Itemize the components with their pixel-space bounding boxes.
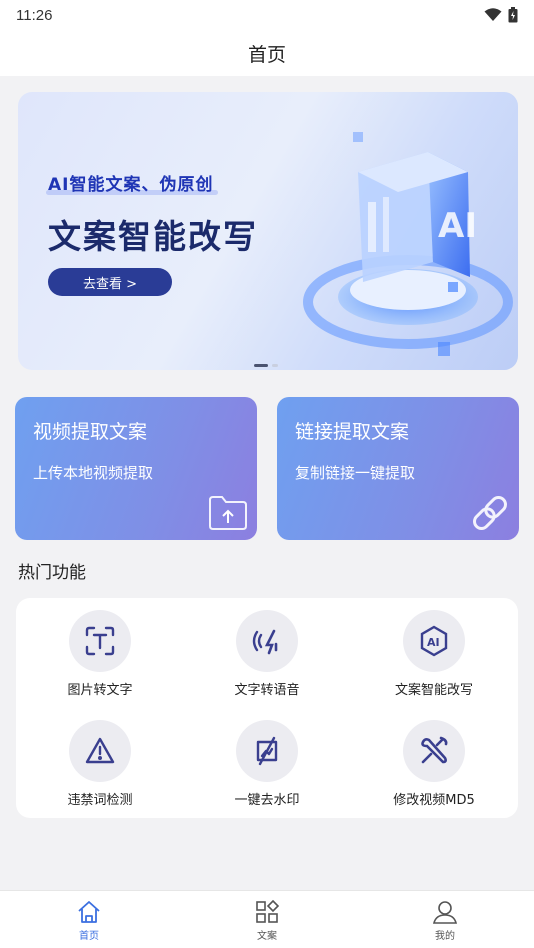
banner-dot (272, 364, 278, 367)
func-image-to-text[interactable]: 图片转文字 (30, 610, 170, 698)
tab-label: 文案 (257, 931, 277, 942)
func-ai-rewrite[interactable]: AI 文案智能改写 (364, 610, 504, 698)
func-label: 违禁词检测 (67, 793, 133, 808)
func-remove-watermark[interactable]: 一键去水印 (197, 720, 337, 808)
tab-label: 首页 (79, 931, 99, 942)
tab-copywriting[interactable]: 文案 (178, 891, 356, 948)
link-extract-subtitle: 复制链接一键提取 (295, 464, 416, 482)
func-label: 修改视频MD5 (393, 793, 475, 808)
promo-banner[interactable]: AI智能文案、伪原创 文案智能改写 去查看 > AI (18, 92, 518, 370)
folder-upload-icon (209, 496, 247, 530)
tab-home[interactable]: 首页 (0, 891, 178, 948)
func-label: 文字转语音 (234, 683, 300, 698)
banner-tag: AI智能文案、伪原创 (48, 175, 214, 195)
tab-label: 我的 (435, 931, 455, 942)
link-extract-card[interactable]: 链接提取文案 复制链接一键提取 (277, 397, 519, 540)
video-extract-subtitle: 上传本地视频提取 (33, 464, 154, 482)
voice-icon (252, 629, 278, 655)
func-forbidden-words[interactable]: 违禁词检测 (30, 720, 170, 808)
ai-device-illustration: AI (303, 132, 513, 356)
hot-functions-grid: 图片转文字 文字转语音 AI 文案智能改写 违禁词检测 一键去水印 修改视频MD… (16, 598, 518, 818)
banner-title: 文案智能改写 (48, 217, 258, 256)
grid-icon (256, 899, 280, 923)
warning-icon (85, 737, 115, 764)
status-icons (484, 7, 518, 23)
tools-icon (421, 736, 448, 764)
home-icon (78, 901, 100, 923)
text-scan-icon (85, 626, 115, 656)
func-label: 一键去水印 (234, 793, 300, 808)
page-title: 首页 (247, 43, 286, 66)
banner-art-text: AI (438, 206, 477, 246)
watermark-remove-icon (256, 736, 278, 766)
bottom-tab-bar: 首页 文案 我的 (0, 890, 534, 948)
link-extract-title: 链接提取文案 (295, 421, 410, 443)
banner-dot-active (254, 364, 268, 367)
wifi-icon (484, 8, 502, 21)
svg-text:AI: AI (427, 636, 440, 649)
hot-functions-title: 热门功能 (18, 563, 86, 583)
video-extract-title: 视频提取文案 (33, 421, 148, 443)
status-time: 11:26 (16, 6, 53, 24)
func-modify-md5[interactable]: 修改视频MD5 (364, 720, 504, 808)
func-label: 图片转文字 (67, 683, 133, 698)
func-label: 文案智能改写 (394, 683, 473, 698)
tab-profile[interactable]: 我的 (356, 891, 534, 948)
banner-pagination (254, 364, 278, 367)
title-bar: 首页 (0, 30, 534, 76)
ai-icon: AI (420, 625, 448, 657)
battery-icon (508, 7, 518, 23)
link-icon (473, 496, 507, 530)
user-icon (432, 901, 458, 924)
func-text-to-speech[interactable]: 文字转语音 (197, 610, 337, 698)
status-bar: 11:26 (0, 0, 534, 30)
video-extract-card[interactable]: 视频提取文案 上传本地视频提取 (15, 397, 257, 540)
banner-view-button[interactable]: 去查看 > (48, 268, 172, 296)
